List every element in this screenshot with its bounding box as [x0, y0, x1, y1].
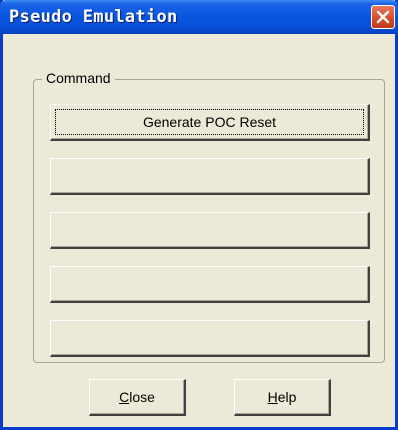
command-group-label: Command: [42, 70, 115, 86]
help-mnemonic: H: [267, 388, 278, 405]
close-button[interactable]: Close: [89, 379, 186, 416]
command-button-3[interactable]: [50, 212, 370, 249]
generate-poc-reset-button[interactable]: Generate POC Reset: [50, 104, 370, 141]
close-label-rest: lose: [129, 388, 155, 405]
window-title: Pseudo Emulation: [9, 7, 178, 27]
command-button-4[interactable]: [50, 266, 370, 303]
help-label-rest: elp: [277, 388, 297, 405]
close-x-icon[interactable]: [371, 5, 395, 29]
command-button-5[interactable]: [50, 320, 370, 357]
title-bar[interactable]: Pseudo Emulation: [0, 0, 398, 34]
help-button[interactable]: Help: [234, 379, 331, 416]
close-mnemonic: C: [119, 388, 130, 405]
generate-poc-reset-label: Generate POC Reset: [142, 113, 277, 130]
command-button-2[interactable]: [50, 158, 370, 195]
